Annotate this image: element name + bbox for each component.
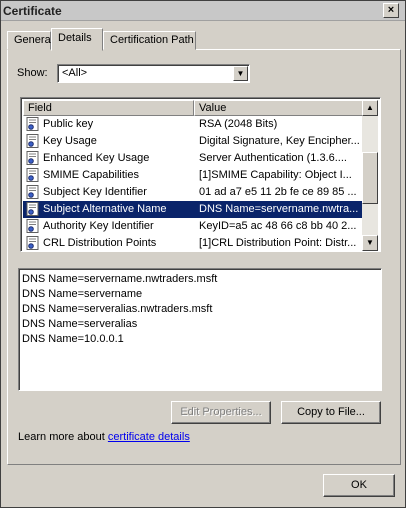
field-name: Subject Alternative Name xyxy=(43,203,167,215)
certificate-extension-icon xyxy=(26,236,39,250)
scroll-up-icon[interactable]: ▲ xyxy=(362,100,378,116)
list-item[interactable]: SMIME Capabilities [1]SMIME Capability: O… xyxy=(23,167,364,184)
field-name: CRL Distribution Points xyxy=(43,237,157,249)
scroll-thumb[interactable] xyxy=(362,152,378,204)
show-label: Show: xyxy=(17,67,48,79)
certificate-extension-icon xyxy=(26,185,39,199)
column-header-field[interactable]: Field xyxy=(23,100,194,116)
list-item[interactable]: Key Usage Digital Signature, Key Encipher… xyxy=(23,133,364,150)
field-name: Authority Key Identifier xyxy=(43,220,154,232)
field-value: Server Authentication (1.3.6.... xyxy=(199,152,347,164)
fields-list[interactable]: Field Value Public key RSA (2048 Bits) Key… xyxy=(20,97,381,252)
details-line: DNS Name=servername.nwtraders.msft xyxy=(22,273,218,285)
field-name: Enhanced Key Usage xyxy=(43,152,150,164)
edit-properties-button[interactable]: Edit Properties... xyxy=(171,401,271,424)
copy-to-file-button[interactable]: Copy to File... xyxy=(281,401,381,424)
tab-certification-path[interactable]: Certification Path xyxy=(103,31,196,50)
details-line: DNS Name=10.0.0.1 xyxy=(22,333,124,345)
details-line: DNS Name=serveralias.nwtraders.msft xyxy=(22,303,213,315)
vertical-scrollbar[interactable]: ▲ ▼ xyxy=(362,100,378,251)
certificate-extension-icon xyxy=(26,202,39,216)
list-header: Field Value xyxy=(23,100,364,116)
list-item[interactable]: Authority Key Identifier KeyID=a5 ac 48 6… xyxy=(23,218,364,235)
field-name: Subject Key Identifier xyxy=(43,186,147,198)
details-line: DNS Name=servername xyxy=(22,288,143,300)
certificate-details-link[interactable]: certificate details xyxy=(108,431,190,443)
field-value: RSA (2048 Bits) xyxy=(199,118,278,130)
field-value: DNS Name=servername.nwtra... xyxy=(199,203,359,215)
show-selected-value: <All> xyxy=(62,67,88,79)
certificate-dialog: Certificate × General Details Certificat… xyxy=(0,0,406,508)
list-item[interactable]: Public key RSA (2048 Bits) xyxy=(23,116,364,133)
certificate-extension-icon xyxy=(26,219,39,233)
field-value: [1]CRL Distribution Point: Distr... xyxy=(199,237,357,249)
field-value: 01 ad a7 e5 11 2b fe ce 89 85 ... xyxy=(199,186,357,198)
learn-more-text: Learn more about certificate details xyxy=(18,431,190,443)
certificate-extension-icon xyxy=(26,134,39,148)
field-value: Digital Signature, Key Encipher... xyxy=(199,135,360,147)
close-icon[interactable]: × xyxy=(383,3,399,18)
details-line: DNS Name=serveralias xyxy=(22,318,138,330)
window-title: Certificate xyxy=(3,4,62,18)
certificate-extension-icon xyxy=(26,168,39,182)
column-header-value[interactable]: Value xyxy=(194,100,364,116)
field-name: Key Usage xyxy=(43,135,97,147)
list-rows: Public key RSA (2048 Bits) Key Usage Digita… xyxy=(23,116,364,251)
scroll-down-icon[interactable]: ▼ xyxy=(362,235,378,251)
field-value: KeyID=a5 ac 48 66 c8 bb 40 2... xyxy=(199,220,357,232)
show-dropdown[interactable]: <All> ▼ xyxy=(57,64,250,83)
ok-button[interactable]: OK xyxy=(323,474,395,497)
chevron-down-icon[interactable]: ▼ xyxy=(233,66,248,81)
tab-details[interactable]: Details xyxy=(51,28,103,51)
title-bar[interactable]: Certificate × xyxy=(1,1,405,21)
tab-general[interactable]: General xyxy=(7,31,53,50)
field-name: SMIME Capabilities xyxy=(43,169,139,181)
certificate-field-icon xyxy=(26,117,39,131)
list-item[interactable]: CRL Distribution Points [1]CRL Distributi… xyxy=(23,235,364,251)
field-value: [1]SMIME Capability: Object I... xyxy=(199,169,352,181)
list-item[interactable]: Subject Alternative Name DNS Name=servern… xyxy=(23,201,364,218)
list-item[interactable]: Enhanced Key Usage Server Authentication … xyxy=(23,150,364,167)
list-item[interactable]: Subject Key Identifier 01 ad a7 e5 11 2b … xyxy=(23,184,364,201)
learn-more-prefix: Learn more about xyxy=(18,431,108,443)
certificate-extension-icon xyxy=(26,151,39,165)
field-name: Public key xyxy=(43,118,94,130)
field-details-text[interactable]: DNS Name=servername.nwtraders.msft DNS Na… xyxy=(18,268,382,391)
